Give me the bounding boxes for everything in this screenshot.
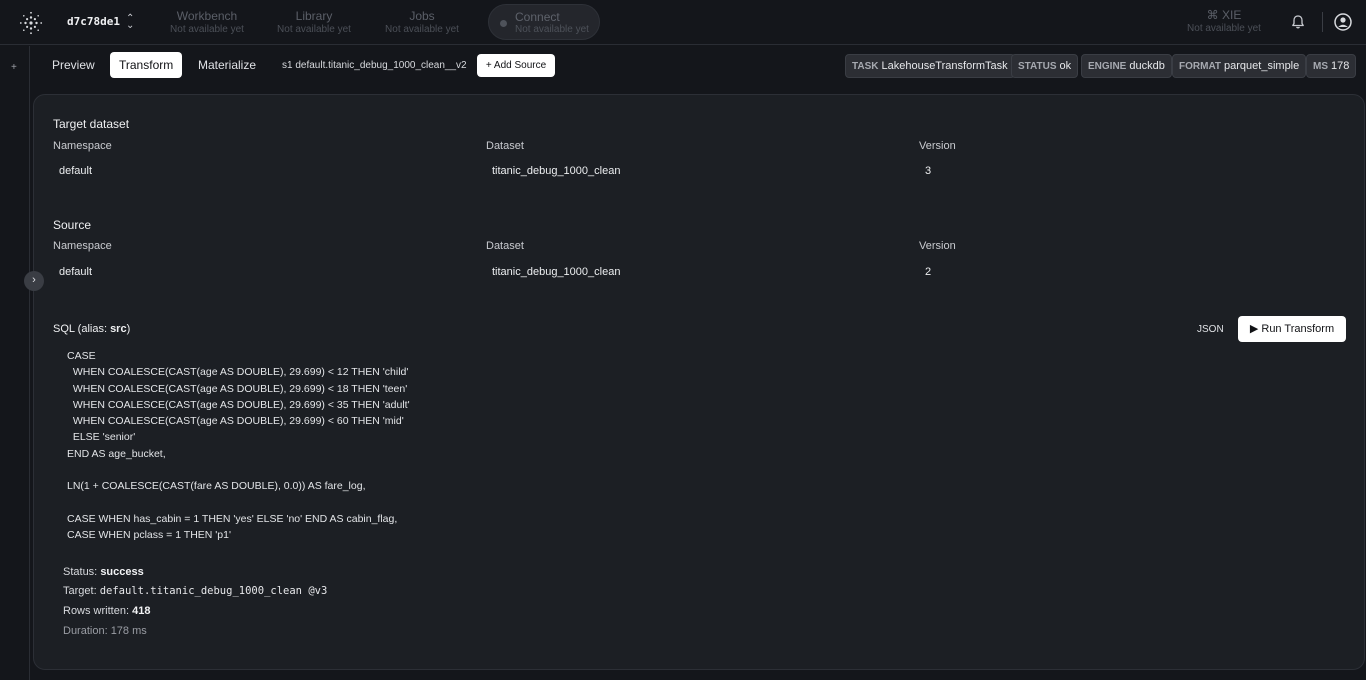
badge-format-key: FORMAT <box>1179 61 1222 72</box>
header-divider <box>1322 12 1323 32</box>
source-title: Source <box>53 218 92 232</box>
badge-status-key: STATUS <box>1018 61 1057 72</box>
result-duration: Duration: 178 ms <box>63 625 147 637</box>
result-target: Target: default.titanic_debug_1000_clean… <box>63 585 327 597</box>
source-version-value[interactable]: 2 <box>925 266 931 278</box>
chevron-updown-icon[interactable]: ⌃ ⌄ <box>126 14 134 31</box>
bell-icon[interactable] <box>1290 14 1306 30</box>
badge-ms-value: 178 <box>1331 60 1350 72</box>
source-chip[interactable]: s1 default.titanic_debug_1000_clean__v2 <box>282 60 467 71</box>
nav-library-subtitle: Not available yet <box>277 24 351 35</box>
badge-task-key: TASK <box>852 61 879 72</box>
rail-add-icon[interactable]: + <box>11 62 17 73</box>
badge-task: TASK LakehouseTransformTask <box>845 54 1015 78</box>
target-dataset-label: Dataset <box>486 140 524 152</box>
json-toggle-button[interactable]: JSON <box>1197 324 1224 335</box>
badge-status-value: ok <box>1059 60 1072 72</box>
nav-library-title: Library <box>295 9 333 23</box>
source-version-label: Version <box>919 240 956 252</box>
xie-command[interactable]: ⌘ XIE Not available yet <box>1186 9 1262 35</box>
connection-status-dot <box>500 20 507 27</box>
result-rows: Rows written: 418 <box>63 605 150 617</box>
badge-format-value: parquet_simple <box>1224 60 1300 72</box>
tab-materialize[interactable]: Materialize <box>189 52 265 78</box>
target-namespace-label: Namespace <box>53 140 112 152</box>
project-selector[interactable]: d7c78de1 <box>67 15 120 28</box>
add-source-button[interactable]: + Add Source <box>477 54 555 77</box>
source-namespace-label: Namespace <box>53 240 112 252</box>
source-namespace-value[interactable]: default <box>59 266 92 278</box>
sql-alias: src <box>110 323 127 335</box>
source-dataset-value[interactable]: titanic_debug_1000_clean <box>492 266 620 278</box>
result-status-label: Status: <box>63 566 98 578</box>
tab-preview[interactable]: Preview <box>43 52 104 78</box>
badge-status: STATUS ok <box>1011 54 1079 78</box>
app-logo-icon[interactable] <box>19 11 43 35</box>
target-version-value[interactable]: 3 <box>925 165 931 177</box>
connect-button[interactable]: Connect Not available yet <box>488 4 600 40</box>
sql-title: SQL (alias: src) <box>53 323 130 335</box>
badge-engine: ENGINE duckdb <box>1081 54 1172 78</box>
nav-workbench-subtitle: Not available yet <box>170 24 244 35</box>
top-bar: d7c78de1 ⌃ ⌄ Workbench Not available yet … <box>0 0 1366 45</box>
left-rail: + <box>0 46 30 680</box>
result-rows-label: Rows written: <box>63 605 130 617</box>
target-namespace-value[interactable]: default <box>59 165 92 177</box>
nav-jobs[interactable]: Jobs Not available yet <box>382 10 462 36</box>
nav-workbench-title: Workbench <box>176 9 238 23</box>
target-dataset-value[interactable]: titanic_debug_1000_clean <box>492 165 620 177</box>
sql-editor[interactable]: CASE WHEN COALESCE(CAST(age AS DOUBLE), … <box>67 348 410 544</box>
result-target-label: Target: <box>63 585 97 597</box>
sql-title-prefix: SQL (alias: <box>53 323 111 335</box>
target-dataset-title: Target dataset <box>53 117 130 131</box>
badge-engine-value: duckdb <box>1129 60 1165 72</box>
badge-engine-key: ENGINE <box>1088 61 1127 72</box>
sql-title-suffix: ) <box>126 323 131 335</box>
connect-title: Connect <box>515 10 560 24</box>
result-status: Status: success <box>63 566 144 578</box>
result-status-value: success <box>100 566 144 578</box>
badge-format: FORMAT parquet_simple <box>1172 54 1307 78</box>
user-avatar-icon[interactable] <box>1334 13 1352 31</box>
nav-jobs-subtitle: Not available yet <box>385 24 459 35</box>
badge-ms-key: MS <box>1313 61 1328 72</box>
source-dataset-label: Dataset <box>486 240 524 252</box>
nav-workbench[interactable]: Workbench Not available yet <box>168 10 246 36</box>
nav-jobs-title: Jobs <box>409 9 435 23</box>
result-rows-value: 418 <box>132 605 151 617</box>
connect-subtitle: Not available yet <box>515 24 589 35</box>
expand-sidebar-chevron-icon[interactable]: › <box>24 271 44 291</box>
nav-library[interactable]: Library Not available yet <box>274 10 354 36</box>
result-target-value: default.titanic_debug_1000_clean @v3 <box>99 585 328 597</box>
tab-transform[interactable]: Transform <box>110 52 183 78</box>
run-transform-button[interactable]: ▶ Run Transform <box>1238 316 1346 342</box>
target-version-label: Version <box>919 140 956 152</box>
badge-task-value: LakehouseTransformTask <box>881 60 1008 72</box>
xie-subtitle: Not available yet <box>1187 23 1261 34</box>
badge-ms: MS 178 <box>1306 54 1357 78</box>
xie-title: ⌘ XIE <box>1206 8 1242 22</box>
